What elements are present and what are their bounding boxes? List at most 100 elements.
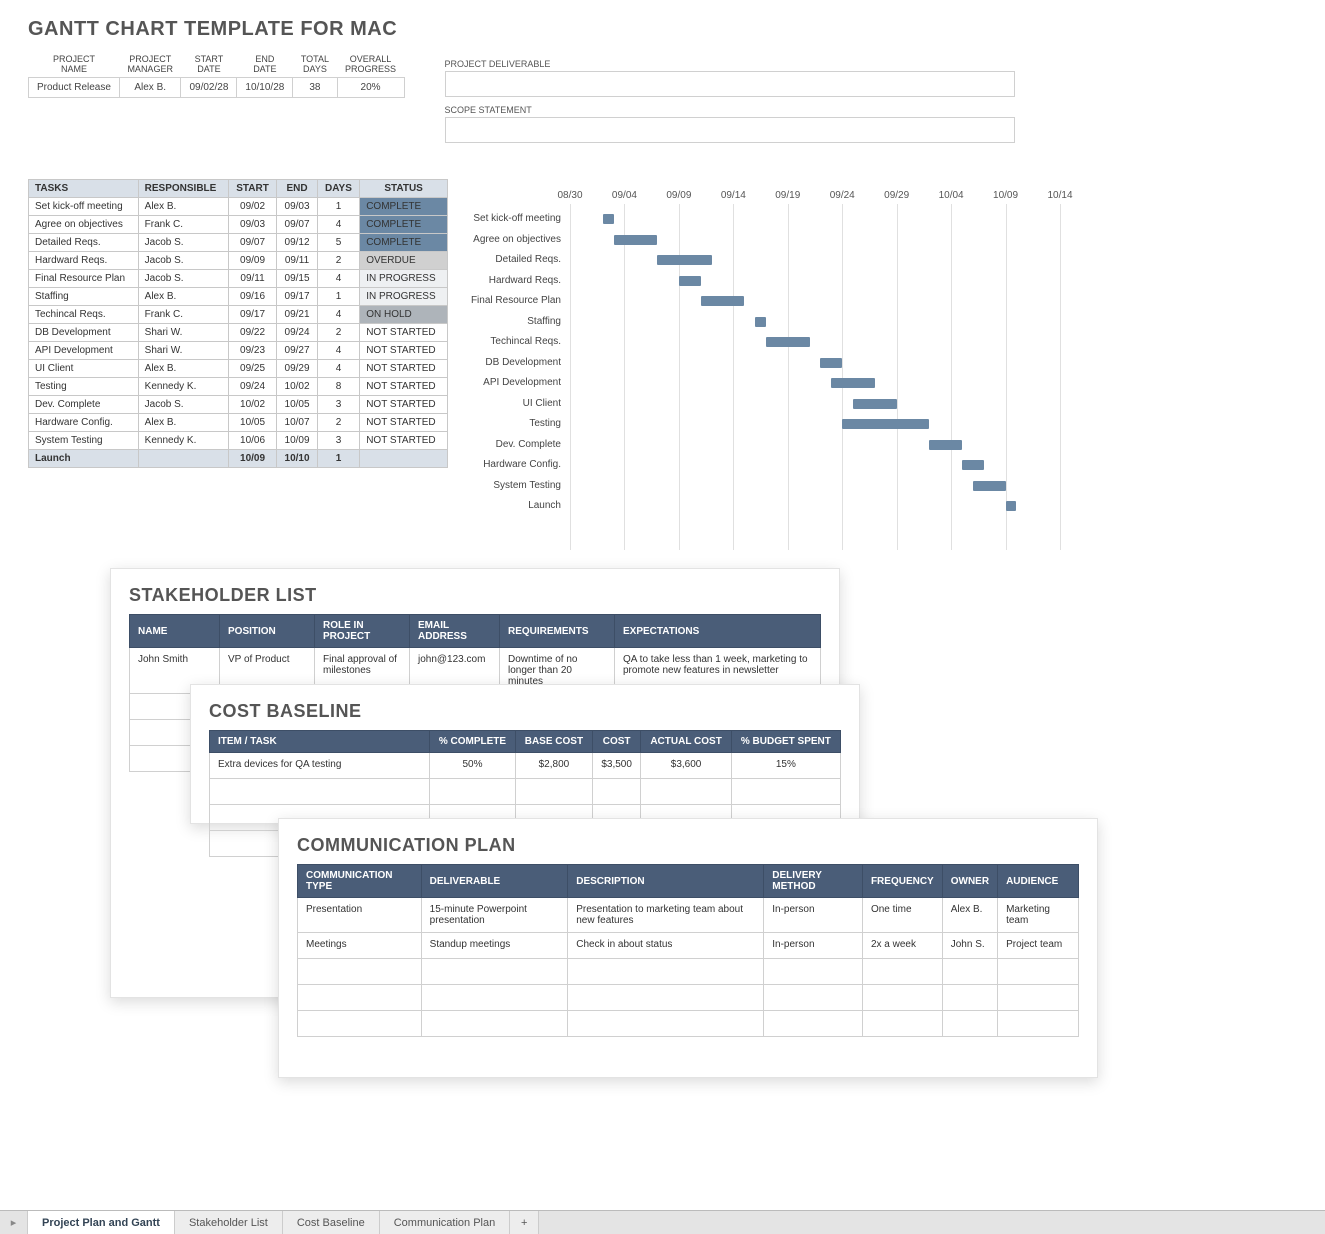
- status-cell[interactable]: NOT STARTED: [360, 342, 448, 360]
- task-cell[interactable]: 3: [317, 432, 359, 450]
- task-cell[interactable]: 1: [317, 450, 359, 468]
- task-cell[interactable]: 3: [317, 396, 359, 414]
- task-cell[interactable]: 4: [317, 306, 359, 324]
- task-cell[interactable]: 4: [317, 342, 359, 360]
- task-cell[interactable]: [138, 450, 228, 468]
- task-cell[interactable]: Alex B.: [138, 288, 228, 306]
- task-cell[interactable]: 10/06: [228, 432, 277, 450]
- status-cell[interactable]: ON HOLD: [360, 306, 448, 324]
- status-cell[interactable]: COMPLETE: [360, 198, 448, 216]
- table-cell[interactable]: [731, 779, 840, 805]
- table-cell[interactable]: Extra devices for QA testing: [210, 753, 430, 779]
- task-cell[interactable]: 10/09: [228, 450, 277, 468]
- task-cell[interactable]: Testing: [29, 378, 139, 396]
- task-cell[interactable]: Jacob S.: [138, 234, 228, 252]
- task-cell[interactable]: 09/07: [228, 234, 277, 252]
- table-cell[interactable]: $3,500: [592, 753, 641, 779]
- task-cell[interactable]: Kennedy K.: [138, 378, 228, 396]
- table-cell[interactable]: In-person: [764, 898, 863, 933]
- task-cell[interactable]: 09/09: [228, 252, 277, 270]
- table-cell[interactable]: [298, 985, 422, 1011]
- table-cell[interactable]: [298, 1011, 422, 1037]
- table-cell[interactable]: [641, 779, 731, 805]
- task-cell[interactable]: Kennedy K.: [138, 432, 228, 450]
- table-cell[interactable]: John S.: [942, 933, 997, 959]
- task-cell[interactable]: 8: [317, 378, 359, 396]
- task-cell[interactable]: 09/21: [277, 306, 317, 324]
- table-cell[interactable]: $2,800: [515, 753, 592, 779]
- summary-cell[interactable]: 09/02/28: [181, 77, 237, 97]
- task-cell[interactable]: Hardward Reqs.: [29, 252, 139, 270]
- task-cell[interactable]: 09/24: [228, 378, 277, 396]
- table-cell[interactable]: Standup meetings: [421, 933, 568, 959]
- task-cell[interactable]: 10/02: [277, 378, 317, 396]
- status-cell[interactable]: [360, 450, 448, 468]
- add-sheet-button[interactable]: +: [510, 1211, 539, 1234]
- task-cell[interactable]: 1: [317, 198, 359, 216]
- task-cell[interactable]: 10/05: [277, 396, 317, 414]
- task-cell[interactable]: 10/05: [228, 414, 277, 432]
- task-cell[interactable]: 09/02: [228, 198, 277, 216]
- status-cell[interactable]: NOT STARTED: [360, 378, 448, 396]
- task-cell[interactable]: 09/11: [228, 270, 277, 288]
- table-cell[interactable]: [210, 779, 430, 805]
- task-cell[interactable]: System Testing: [29, 432, 139, 450]
- table-cell[interactable]: In-person: [764, 933, 863, 959]
- task-cell[interactable]: Alex B.: [138, 198, 228, 216]
- task-cell[interactable]: 09/15: [277, 270, 317, 288]
- table-cell[interactable]: [998, 1011, 1079, 1037]
- task-cell[interactable]: DB Development: [29, 324, 139, 342]
- status-cell[interactable]: NOT STARTED: [360, 360, 448, 378]
- table-cell[interactable]: [862, 985, 942, 1011]
- task-cell[interactable]: Alex B.: [138, 414, 228, 432]
- table-cell[interactable]: [592, 779, 641, 805]
- task-cell[interactable]: 10/10: [277, 450, 317, 468]
- sheet-tab[interactable]: Stakeholder List: [175, 1211, 283, 1234]
- status-cell[interactable]: COMPLETE: [360, 216, 448, 234]
- table-cell[interactable]: [764, 985, 863, 1011]
- table-cell[interactable]: [421, 985, 568, 1011]
- table-cell[interactable]: [862, 959, 942, 985]
- task-cell[interactable]: Techincal Reqs.: [29, 306, 139, 324]
- task-cell[interactable]: 09/29: [277, 360, 317, 378]
- task-cell[interactable]: 09/07: [277, 216, 317, 234]
- status-cell[interactable]: IN PROGRESS: [360, 288, 448, 306]
- task-cell[interactable]: 09/24: [277, 324, 317, 342]
- status-cell[interactable]: NOT STARTED: [360, 324, 448, 342]
- task-cell[interactable]: 09/12: [277, 234, 317, 252]
- task-cell[interactable]: 1: [317, 288, 359, 306]
- task-cell[interactable]: Final Resource Plan: [29, 270, 139, 288]
- table-cell[interactable]: [421, 1011, 568, 1037]
- task-cell[interactable]: 4: [317, 270, 359, 288]
- status-cell[interactable]: NOT STARTED: [360, 396, 448, 414]
- table-cell[interactable]: [942, 959, 997, 985]
- table-cell[interactable]: Presentation: [298, 898, 422, 933]
- task-cell[interactable]: Launch: [29, 450, 139, 468]
- table-cell[interactable]: 50%: [430, 753, 516, 779]
- table-cell[interactable]: Marketing team: [998, 898, 1079, 933]
- deliverable-input[interactable]: [445, 71, 1015, 97]
- status-cell[interactable]: COMPLETE: [360, 234, 448, 252]
- task-cell[interactable]: 09/22: [228, 324, 277, 342]
- task-cell[interactable]: Agree on objectives: [29, 216, 139, 234]
- task-cell[interactable]: 2: [317, 414, 359, 432]
- table-cell[interactable]: [942, 1011, 997, 1037]
- task-cell[interactable]: 4: [317, 360, 359, 378]
- task-cell[interactable]: Alex B.: [138, 360, 228, 378]
- task-cell[interactable]: 5: [317, 234, 359, 252]
- task-cell[interactable]: 09/25: [228, 360, 277, 378]
- sheet-tab[interactable]: Communication Plan: [380, 1211, 511, 1234]
- task-cell[interactable]: Frank C.: [138, 306, 228, 324]
- task-cell[interactable]: 09/27: [277, 342, 317, 360]
- task-cell[interactable]: 09/17: [277, 288, 317, 306]
- table-cell[interactable]: [430, 779, 516, 805]
- summary-cell[interactable]: 20%: [337, 77, 404, 97]
- task-cell[interactable]: 10/02: [228, 396, 277, 414]
- scope-input[interactable]: [445, 117, 1015, 143]
- task-cell[interactable]: Jacob S.: [138, 396, 228, 414]
- task-cell[interactable]: 09/03: [277, 198, 317, 216]
- sheet-tab[interactable]: Cost Baseline: [283, 1211, 380, 1234]
- task-cell[interactable]: 10/09: [277, 432, 317, 450]
- sheet-tab[interactable]: Project Plan and Gantt: [28, 1211, 175, 1234]
- table-cell[interactable]: Project team: [998, 933, 1079, 959]
